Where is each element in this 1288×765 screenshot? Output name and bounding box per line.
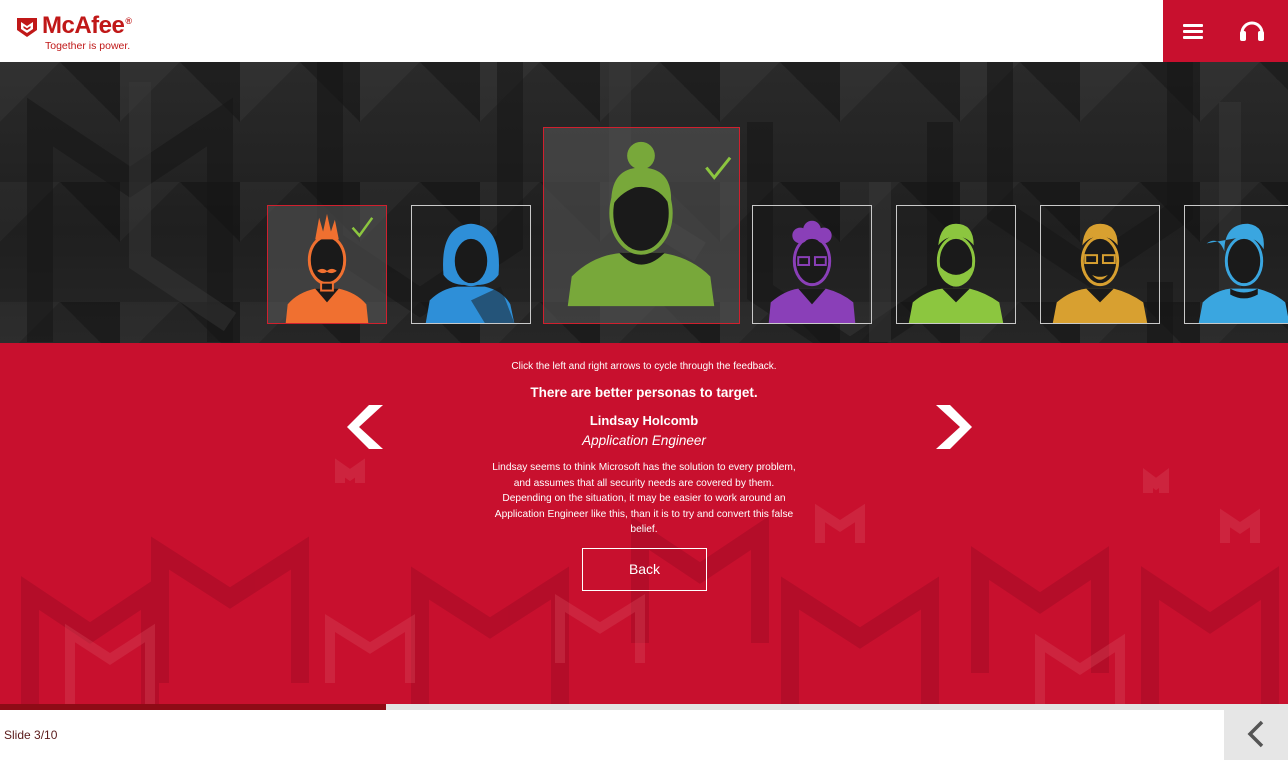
feedback-headline: There are better personas to target.: [530, 385, 758, 400]
persona-stage: [0, 62, 1288, 343]
previous-slide-button[interactable]: [1224, 710, 1288, 760]
persona-card-7[interactable]: [1184, 205, 1288, 324]
next-arrow-icon[interactable]: [930, 403, 974, 451]
top-header: McAfee® Together is power.: [0, 0, 1288, 62]
persona-sideswept-avatar-icon: [1198, 223, 1288, 323]
mcafee-shield-icon: [17, 18, 37, 37]
previous-arrow-icon[interactable]: [345, 403, 389, 451]
persona-beard-avatar-icon: [908, 223, 1004, 323]
persona-bun-avatar-icon: [567, 141, 732, 307]
persona-card-2[interactable]: [411, 205, 531, 324]
feedback-panel: Click the left and right arrows to cycle…: [0, 343, 1288, 704]
persona-bob-avatar-icon: [425, 223, 515, 323]
persona-name: Lindsay Holcomb: [589, 413, 699, 428]
slide-counter: Slide 3/10: [4, 728, 58, 742]
logo-wordmark: McAfee®: [42, 12, 132, 39]
persona-card-3-featured[interactable]: [543, 127, 740, 324]
persona-card-6[interactable]: [1040, 205, 1160, 324]
chevron-left-icon: [1247, 720, 1264, 748]
persona-card-5[interactable]: [896, 205, 1016, 324]
persona-mohawk-avatar-icon: [285, 213, 374, 323]
persona-curly-avatar-icon: [768, 220, 856, 323]
feedback-body: Lindsay seems to think Microsoft has the…: [492, 462, 796, 535]
persona-card-1[interactable]: [267, 205, 387, 324]
header-actions: [1163, 0, 1288, 62]
footer-bar: Slide 3/10: [0, 710, 1288, 760]
hamburger-menu-icon[interactable]: [1181, 19, 1207, 45]
back-button[interactable]: Back: [582, 548, 707, 591]
persona-role: Application Engineer: [582, 433, 706, 448]
instruction-text: Click the left and right arrows to cycle…: [511, 361, 777, 372]
persona-card-4[interactable]: [752, 205, 872, 324]
headset-icon[interactable]: [1237, 16, 1267, 46]
logo-tagline: Together is power.: [45, 40, 131, 52]
persona-glasses-avatar-icon: [1052, 223, 1148, 323]
